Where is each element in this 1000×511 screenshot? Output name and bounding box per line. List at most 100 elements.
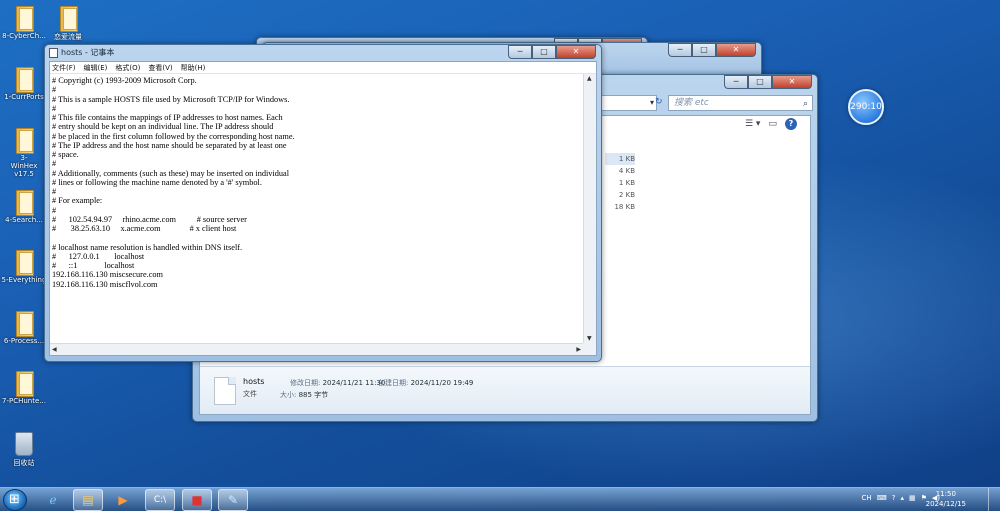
chevron-down-icon[interactable]: ▾	[650, 98, 654, 107]
folder-icon	[13, 371, 35, 397]
show-desktop-button[interactable]	[988, 488, 1000, 511]
refresh-icon[interactable]: ↻	[655, 97, 663, 107]
folder-icon	[13, 67, 35, 93]
help-tray-icon[interactable]: ?	[892, 494, 896, 502]
menu-file[interactable]: 文件(F)	[52, 63, 76, 73]
menu-view[interactable]: 查看(V)	[148, 63, 172, 73]
details-file-type: 文件	[243, 390, 257, 398]
folder-icon	[13, 311, 35, 337]
desktop-icon-process[interactable]: 6-Process...	[0, 311, 48, 345]
view-options-icon[interactable]: ☰ ▾	[745, 119, 760, 129]
notepad-taskbar-icon[interactable]: ✎	[218, 489, 248, 511]
details-pane: hosts 文件 修改日期: 2024/11/21 11:30 创建日期: 20…	[200, 366, 810, 414]
minimize-button[interactable]: ─	[668, 43, 692, 57]
file-size: 1 KB	[605, 153, 635, 165]
clock-date: 2024/12/15	[925, 500, 966, 508]
minimize-button[interactable]: ─	[508, 45, 532, 59]
desktop-icon-label: 7-PCHunte...	[2, 397, 46, 405]
menu-help[interactable]: 帮助(H)	[181, 63, 206, 73]
details-created: 创建日期: 2024/11/20 19:49	[378, 378, 473, 388]
folder-icon	[13, 6, 35, 32]
desktop-icon-everything[interactable]: 5-Everything	[0, 250, 48, 284]
desktop-icon-recycle-bin[interactable]: 回收站	[0, 432, 48, 468]
taskbar: ℯ ▤ ▶ C:\ ■ ✎ CH ⌨ ? ▴ ▦ ⚑ ◀) 11:50 2024…	[0, 487, 1000, 511]
horizontal-scrollbar[interactable]: ◀ ▶	[50, 343, 583, 355]
ie-taskbar-icon[interactable]: ℯ	[38, 489, 68, 511]
maximize-button[interactable]: □	[692, 43, 716, 57]
file-size: 1 KB	[618, 179, 635, 187]
cmd-taskbar-icon[interactable]: C:\	[145, 489, 175, 511]
help-icon[interactable]: ?	[784, 118, 797, 130]
search-placeholder: 搜索 etc	[674, 98, 709, 108]
taskbar-clock[interactable]: 11:50 2024/12/15	[926, 489, 966, 509]
network-icon[interactable]: ▦	[909, 494, 916, 502]
close-button[interactable]: ✕	[772, 75, 812, 89]
language-indicator[interactable]: CH	[861, 494, 871, 502]
created-value: 2024/11/20 19:49	[410, 379, 474, 387]
explorer-taskbar-icon[interactable]: ▤	[73, 489, 103, 511]
desktop-icon-search[interactable]: 4-Search...	[0, 190, 48, 224]
search-input[interactable]: 搜索 etc ⌕	[668, 95, 813, 111]
details-modified: 修改日期: 2024/11/21 11:30	[290, 378, 385, 388]
text-editor[interactable]: # Copyright (c) 1993-2009 Microsoft Corp…	[50, 74, 583, 343]
maximize-button[interactable]: □	[532, 45, 556, 59]
folder-icon	[13, 250, 35, 276]
desktop-icon-label: 5-Everything	[1, 276, 47, 284]
notepad-window[interactable]: hosts - 记事本 ─ □ ✕ 文件(F) 编辑(E) 格式(O) 查看(V…	[44, 44, 602, 362]
explorer-toolbar: ☰ ▾ ▭ ?	[745, 118, 797, 130]
recycle-bin-icon	[15, 432, 33, 456]
desktop-icon-traffic[interactable]: 恋爱流量	[44, 6, 92, 42]
desktop-icon-label: 1-CurrPorts	[4, 93, 44, 101]
desktop-icon-label: 8-CyberCh...	[2, 32, 46, 40]
clock-gadget[interactable]: 290:10	[848, 89, 884, 125]
window-title: hosts - 记事本	[61, 48, 115, 57]
details-size: 大小: 885 字节	[280, 390, 328, 400]
details-file-name: hosts	[243, 377, 265, 386]
expand-tray-icon[interactable]: ▴	[900, 494, 904, 502]
desktop-icon-currports[interactable]: 1-CurrPorts	[0, 67, 48, 101]
media-player-taskbar-icon[interactable]: ▶	[108, 489, 138, 511]
window-controls: ─ □ ✕	[724, 75, 812, 89]
created-label: 创建日期:	[378, 379, 409, 387]
folder-icon	[13, 190, 35, 216]
modified-value: 2024/11/21 11:30	[322, 379, 386, 387]
desktop-icon-pchunter[interactable]: 7-PCHunte...	[0, 371, 48, 405]
desktop-icon-label: 回收站	[13, 459, 35, 467]
search-icon[interactable]: ⌕	[803, 97, 808, 111]
window-controls: ─ □ ✕	[508, 45, 596, 59]
scroll-right-icon[interactable]: ▶	[576, 346, 581, 353]
size-label: 大小:	[280, 391, 297, 399]
menu-format[interactable]: 格式(O)	[115, 63, 140, 73]
file-icon	[214, 377, 236, 405]
scroll-up-icon[interactable]: ▲	[587, 75, 592, 82]
folder-icon	[13, 128, 35, 154]
file-size: 2 KB	[618, 191, 635, 199]
window-controls: ─ □ ✕	[668, 43, 756, 57]
modified-label: 修改日期:	[290, 379, 321, 387]
folder-icon	[57, 6, 79, 32]
maximize-button[interactable]: □	[748, 75, 772, 89]
file-size: 18 KB	[614, 203, 635, 211]
desktop-icon-label: 恋爱流量	[54, 33, 82, 41]
desktop-icon-cyberchef[interactable]: 8-CyberCh...	[0, 6, 48, 40]
start-button[interactable]	[3, 489, 27, 511]
app-taskbar-icon[interactable]: ■	[182, 489, 212, 511]
close-button[interactable]: ✕	[556, 45, 596, 59]
file-size: 4 KB	[618, 167, 635, 175]
notepad-icon	[49, 48, 58, 58]
desktop-icon-winhex[interactable]: 3-WinHex v17.5	[0, 128, 48, 178]
keyboard-icon[interactable]: ⌨	[877, 494, 887, 502]
size-grip[interactable]	[583, 343, 596, 355]
preview-pane-icon[interactable]: ▭	[768, 119, 777, 129]
scroll-left-icon[interactable]: ◀	[52, 346, 57, 353]
menu-bar: 文件(F) 编辑(E) 格式(O) 查看(V) 帮助(H)	[50, 62, 596, 74]
vertical-scrollbar[interactable]: ▲ ▼	[583, 74, 596, 343]
close-button[interactable]: ✕	[716, 43, 756, 57]
menu-edit[interactable]: 编辑(E)	[84, 63, 108, 73]
desktop-icon-label: 6-Process...	[3, 337, 45, 345]
notepad-client: 文件(F) 编辑(E) 格式(O) 查看(V) 帮助(H) # Copyrigh…	[49, 61, 597, 356]
scroll-down-icon[interactable]: ▼	[587, 335, 592, 342]
size-value: 885 字节	[298, 391, 329, 399]
desktop-icon-label: 3-WinHex v17.5	[10, 154, 38, 178]
minimize-button[interactable]: ─	[724, 75, 748, 89]
